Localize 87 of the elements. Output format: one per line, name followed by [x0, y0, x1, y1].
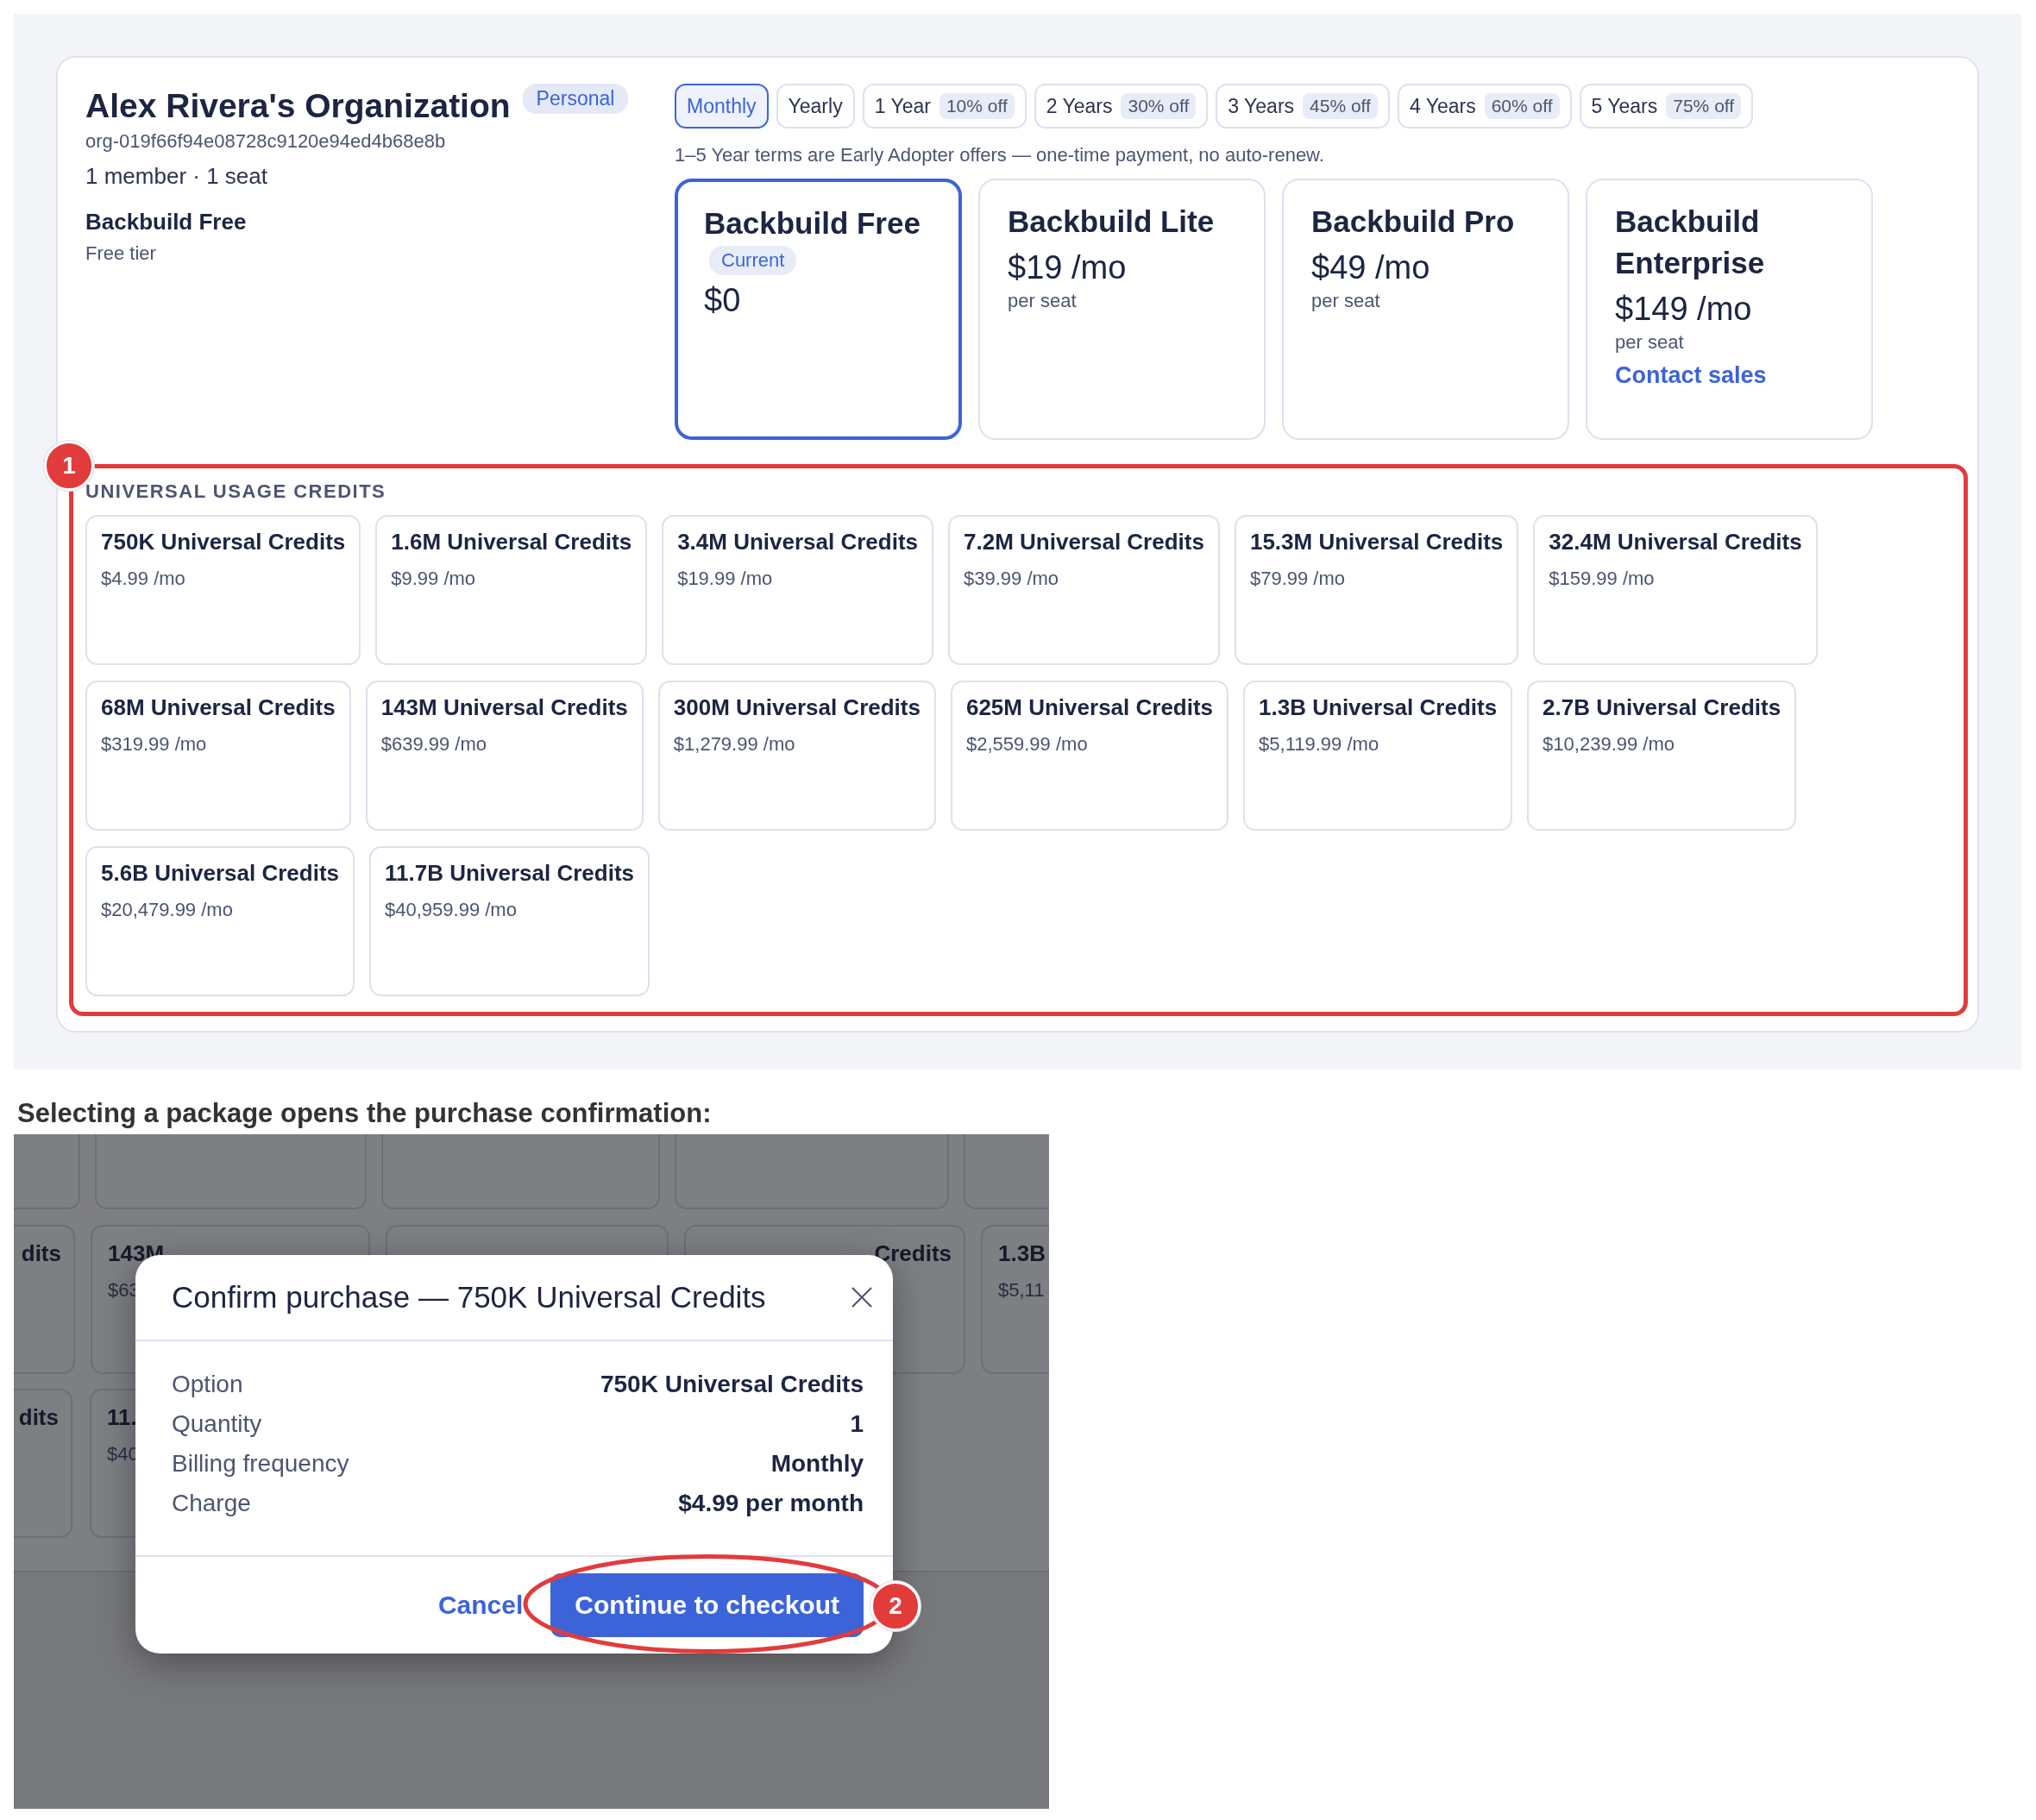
- caption: Selecting a package opens the purchase confirmation:: [17, 1098, 713, 1129]
- plan-price: $0: [704, 282, 742, 319]
- package-price: $5,119.99 /mo: [1259, 733, 1380, 756]
- close-icon[interactable]: [850, 1285, 874, 1309]
- credit-package-card[interactable]: 1.6M Universal Credits $9.99 /mo: [375, 515, 648, 665]
- current-plan-note: Free tier: [85, 242, 157, 265]
- plan-card[interactable]: Backbuild Lite $19 /mo per seat: [978, 179, 1266, 440]
- billing-tab[interactable]: 3 Years 45% off: [1216, 84, 1390, 129]
- credit-package-card[interactable]: 625M Universal Credits $2,559.99 /mo: [950, 681, 1229, 831]
- plan-name: Backbuild Lite: [1008, 204, 1216, 240]
- annotation-badge: 2: [870, 1581, 921, 1631]
- package-name: 300M Universal Credits: [673, 694, 921, 721]
- package-price: $10,239.99 /mo: [1543, 733, 1675, 756]
- plan-name: Backbuild Enterprise: [1615, 204, 1766, 281]
- billing-tab[interactable]: Monthly: [675, 84, 769, 129]
- package-name: 3.4M Universal Credits: [677, 529, 919, 555]
- package-name: 5.6B Universal Credits: [101, 860, 339, 887]
- credit-package-card[interactable]: 3.4M Universal Credits $19.99 /mo: [662, 515, 934, 665]
- package-price: $79.99 /mo: [1249, 568, 1346, 590]
- package-name: 625M Universal Credits: [965, 694, 1214, 721]
- current-badge: Current: [709, 246, 797, 275]
- package-price: $39.99 /mo: [964, 568, 1060, 590]
- member-count: 1 member · 1 seat: [85, 163, 268, 190]
- package-name: 7.2M Universal Credits: [964, 529, 1204, 555]
- credit-package-card[interactable]: 32.4M Universal Credits $159.99 /mo: [1533, 515, 1818, 665]
- package-name: 32.4M Universal Credits: [1549, 529, 1802, 555]
- price-unit: per seat: [1615, 331, 1685, 354]
- package-name: 11.7B Universal Credits: [385, 860, 635, 887]
- dimmed-card: dits: [14, 1389, 72, 1538]
- plan-price: $149 /mo: [1615, 291, 1753, 328]
- package-price: $40,959.99 /mo: [385, 899, 518, 921]
- organization-name: Alex Rivera's Organization: [85, 86, 511, 126]
- credit-package-card[interactable]: 5.6B Universal Credits $20,479.99 /mo: [85, 846, 355, 996]
- package-price: $1,279.99 /mo: [673, 733, 796, 756]
- package-price: $319.99 /mo: [101, 733, 208, 756]
- plan-card[interactable]: Backbuild Enterprise $149 /mo per seat Contact sales: [1586, 179, 1873, 440]
- current-plan-name: Backbuild Free: [85, 209, 248, 235]
- plan-card[interactable]: Backbuild Pro $49 /mo per seat: [1282, 179, 1569, 440]
- billing-tab[interactable]: Yearly: [776, 84, 855, 129]
- detail-label: Quantity: [172, 1410, 262, 1438]
- package-name: 1.6M Universal Credits: [391, 529, 632, 555]
- account-type-badge: Personal: [522, 84, 629, 114]
- credit-package-card[interactable]: 143M Universal Credits $639.99 /mo: [365, 681, 644, 831]
- credit-package-card[interactable]: 1.3B Universal Credits $5,119.99 /mo: [1243, 681, 1513, 831]
- credit-package-card[interactable]: 300M Universal Credits $1,279.99 /mo: [657, 681, 936, 831]
- credit-package-card[interactable]: 750K Universal Credits $4.99 /mo: [85, 515, 361, 665]
- dimmed-card: 1.3B $5,11: [981, 1225, 1049, 1374]
- package-price: $639.99 /mo: [380, 733, 487, 756]
- plan-card[interactable]: Backbuild Free Current $0: [675, 179, 962, 440]
- package-name: 15.3M Universal Credits: [1249, 529, 1504, 555]
- package-name: 2.7B Universal Credits: [1543, 694, 1782, 721]
- cancel-link[interactable]: Cancel: [437, 1591, 524, 1620]
- plan-name: Backbuild Pro: [1311, 204, 1516, 240]
- package-price: $4.99 /mo: [101, 568, 186, 590]
- credit-package-card[interactable]: 2.7B Universal Credits $10,239.99 /mo: [1527, 681, 1797, 831]
- price-unit: per seat: [1008, 290, 1078, 312]
- package-name: 68M Universal Credits: [101, 694, 336, 721]
- credit-package-card[interactable]: 7.2M Universal Credits $39.99 /mo: [948, 515, 1220, 665]
- price-unit: per seat: [1311, 290, 1381, 312]
- plan-name: Backbuild Free: [704, 205, 921, 242]
- package-name: 750K Universal Credits: [101, 529, 346, 555]
- billing-tab[interactable]: 1 Year 10% off: [862, 84, 1027, 129]
- plan-price: $49 /mo: [1311, 249, 1431, 286]
- billing-tab[interactable]: 2 Years 30% off: [1034, 84, 1209, 129]
- continue-to-checkout-button[interactable]: Continue to checkout: [550, 1573, 864, 1637]
- billing-note: 1–5 Year terms are Early Adopter offers — one-time payment, no auto-renew.: [675, 144, 1325, 166]
- dimmed-card: dits: [14, 1225, 75, 1374]
- package-price: $2,559.99 /mo: [965, 733, 1089, 756]
- package-price: $159.99 /mo: [1549, 568, 1656, 590]
- detail-label: Charge: [172, 1490, 251, 1517]
- detail-label: Billing frequency: [172, 1450, 349, 1478]
- detail-value: 1: [850, 1410, 864, 1438]
- detail-value: $4.99 per month: [678, 1490, 864, 1517]
- credit-package-card[interactable]: 15.3M Universal Credits $79.99 /mo: [1234, 515, 1519, 665]
- organization-id: org-019f66f94e08728c9120e94ed4b68e8b: [85, 130, 447, 153]
- contact-sales-link[interactable]: Contact sales: [1615, 362, 1844, 389]
- credit-package-card[interactable]: 68M Universal Credits $319.99 /mo: [85, 681, 351, 831]
- plan-price: $19 /mo: [1008, 249, 1128, 286]
- package-price: $20,479.99 /mo: [101, 899, 234, 921]
- credit-package-card[interactable]: 11.7B Universal Credits $40,959.99 /mo: [369, 846, 650, 996]
- billing-tab[interactable]: 4 Years 60% off: [1397, 84, 1572, 129]
- package-name: 143M Universal Credits: [380, 694, 628, 721]
- package-price: $9.99 /mo: [391, 568, 477, 590]
- billing-tab[interactable]: 5 Years 75% off: [1579, 84, 1754, 129]
- detail-value: Monthly: [770, 1450, 864, 1478]
- package-name: 1.3B Universal Credits: [1259, 694, 1498, 721]
- package-price: $19.99 /mo: [677, 568, 774, 590]
